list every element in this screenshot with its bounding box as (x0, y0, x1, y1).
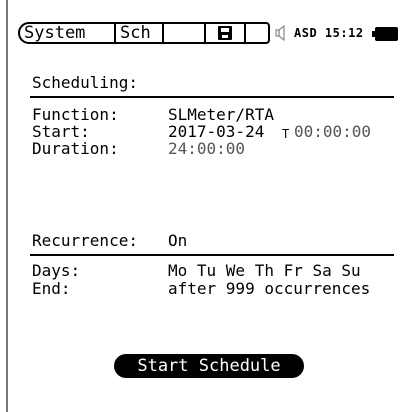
end-value[interactable]: after 999 occurrences (168, 280, 370, 298)
days-value[interactable]: Mo Tu We Th Fr Sa Su (168, 262, 361, 280)
screen-frame-edge (6, 0, 8, 412)
days-label: Days: (32, 261, 81, 280)
battery-icon (372, 26, 398, 41)
tab-sch[interactable]: Sch (116, 24, 164, 42)
start-time-value[interactable]: 00:00:00 (294, 123, 371, 141)
section-divider (30, 96, 394, 98)
status-clock: 15:12 (324, 26, 364, 40)
tab-save[interactable] (206, 24, 246, 42)
section-title: Scheduling: (32, 73, 138, 92)
recurrence-label: Recurrence: (32, 231, 138, 250)
status-name: ASD (294, 26, 318, 40)
speaker-icon (274, 24, 290, 42)
tab-empty[interactable] (164, 24, 206, 42)
floppy-disk-icon (218, 26, 232, 40)
device-screen: System Sch ASD 15:12 Scheduling: Functio… (0, 0, 411, 412)
menu-tab-bar: System Sch (18, 22, 270, 44)
tab-tail (246, 24, 268, 42)
recurrence-divider (30, 254, 394, 256)
recurrence-value[interactable]: On (168, 232, 187, 250)
end-label: End: (32, 279, 71, 298)
duration-label: Duration: (32, 139, 119, 158)
status-bar-text: ASD 15:12 (294, 24, 364, 42)
tab-system[interactable]: System (20, 24, 116, 42)
start-schedule-button[interactable]: Start Schedule (114, 354, 304, 378)
duration-value[interactable]: 24:00:00 (168, 140, 245, 158)
time-marker: T (282, 127, 290, 141)
